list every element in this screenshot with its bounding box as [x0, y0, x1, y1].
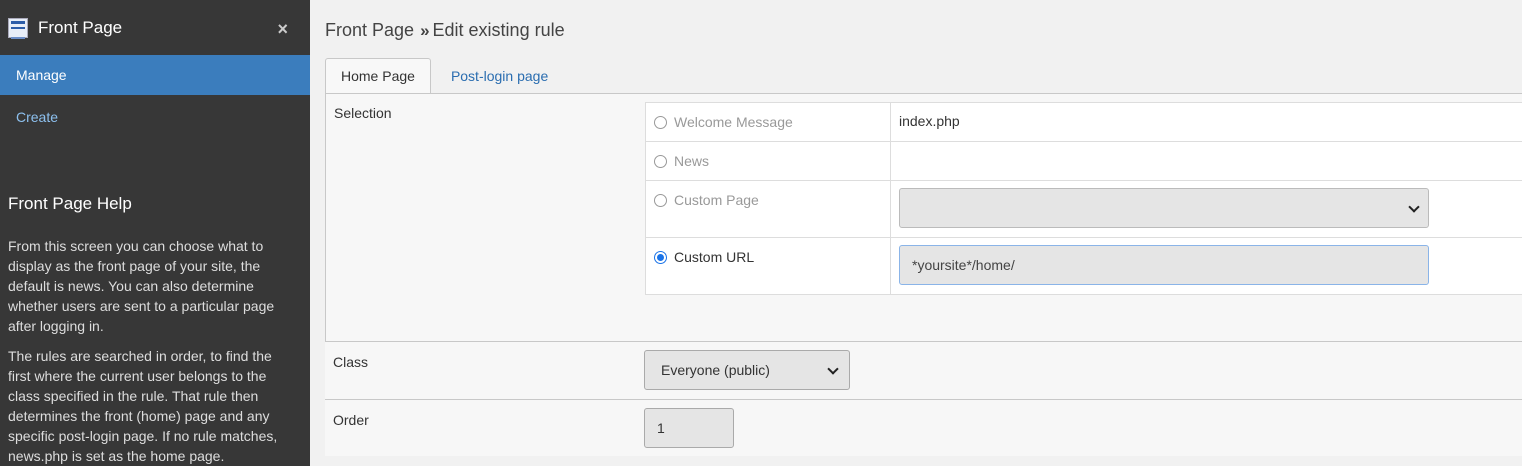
front-page-app-icon — [8, 17, 28, 39]
sidebar-item-label: Create — [16, 109, 59, 125]
help-title: Front Page Help — [8, 194, 132, 213]
custom-page-select[interactable] — [899, 188, 1429, 228]
selection-label: Selection — [334, 105, 392, 121]
chevron-down-icon — [1408, 201, 1420, 213]
breadcrumb-current: Edit existing rule — [432, 20, 565, 40]
selection-options-table: Welcome Message index.php News Custom Pa… — [645, 102, 1522, 295]
option-row-custom-page: Custom Page — [645, 180, 1522, 238]
option-label: Custom URL — [674, 249, 755, 265]
tab-post-login-page[interactable]: Post-login page — [431, 58, 568, 94]
help-paragraph: The rules are searched in order, to find… — [8, 348, 278, 464]
chevron-down-icon — [827, 363, 839, 375]
class-row: Class Everyone (public) — [325, 342, 1522, 400]
help-paragraph: From this screen you can choose what to … — [8, 238, 275, 334]
tab-bar: Home Page Post-login page — [325, 58, 568, 94]
option-row-custom-url: Custom URL *yoursite*/home/ — [645, 237, 1522, 295]
news-value — [890, 141, 1522, 181]
option-label: News — [674, 153, 710, 169]
order-row: Order 1 — [325, 400, 1522, 456]
welcome-message-value: index.php — [890, 102, 1522, 142]
custom-url-input[interactable]: *yoursite*/home/ — [899, 245, 1429, 285]
sidebar-item-label: Manage — [16, 67, 67, 83]
selection-panel: Selection Welcome Message index.php News… — [325, 93, 1522, 342]
sidebar-title: Front Page — [38, 17, 123, 37]
main-content: Front Page » Edit existing rule Home Pag… — [310, 0, 1522, 466]
double-chevron-right-icon: » — [420, 20, 430, 40]
custom-page-radio[interactable] — [654, 194, 667, 207]
class-select-value: Everyone (public) — [661, 362, 770, 378]
order-label: Order — [333, 412, 369, 428]
sidebar-item-create[interactable]: Create — [0, 95, 310, 139]
custom-url-radio[interactable] — [654, 251, 667, 264]
option-row-welcome: Welcome Message index.php — [645, 102, 1522, 142]
order-input[interactable]: 1 — [644, 408, 734, 448]
sidebar-item-manage[interactable]: Manage — [0, 55, 310, 95]
news-radio[interactable] — [654, 155, 667, 168]
class-select[interactable]: Everyone (public) — [644, 350, 850, 390]
breadcrumb: Front Page » Edit existing rule — [325, 20, 565, 41]
class-label: Class — [333, 354, 369, 370]
welcome-message-radio[interactable] — [654, 116, 667, 129]
tab-home-page[interactable]: Home Page — [325, 58, 431, 94]
option-row-news: News — [645, 141, 1522, 181]
option-label: Welcome Message — [674, 114, 793, 130]
close-icon[interactable]: × — [277, 20, 288, 38]
sidebar: Front Page × Manage Create Front Page He… — [0, 0, 310, 466]
breadcrumb-section: Front Page — [325, 20, 415, 40]
option-label: Custom Page — [674, 192, 759, 208]
sidebar-header: Front Page × — [0, 0, 310, 55]
